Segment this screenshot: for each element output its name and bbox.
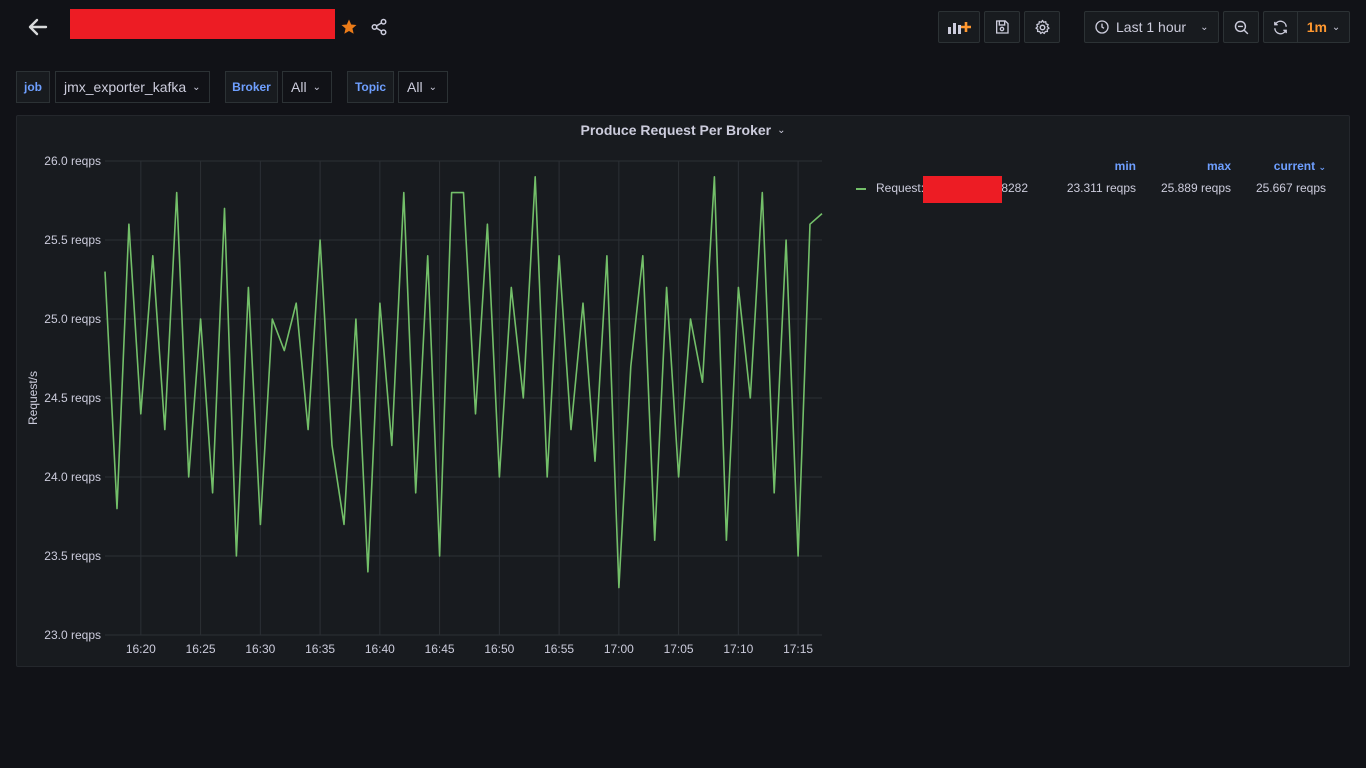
y-tick-label: 26.0 reqps xyxy=(44,154,101,168)
legend-series-suffix: :8282 xyxy=(998,181,1029,195)
y-tick-label: 23.0 reqps xyxy=(44,628,101,642)
y-axis-label: Request/s xyxy=(26,371,40,425)
x-tick-label: 17:15 xyxy=(783,642,813,656)
x-tick-label: 16:55 xyxy=(544,642,574,656)
x-tick-label: 17:10 xyxy=(723,642,753,656)
x-tick-label: 17:00 xyxy=(604,642,634,656)
chart-ticks: 26.0 reqps 25.5 reqps 25.0 reqps 24.5 reqps… xyxy=(44,154,813,656)
legend-header-current[interactable]: current ⌄ xyxy=(1256,159,1326,173)
y-tick-label: 24.0 reqps xyxy=(44,470,101,484)
legend-min-value: 23.311 reqps xyxy=(1066,181,1136,195)
graph-chart: 26.0 reqps 25.5 reqps 25.0 reqps 24.5 reqps… xyxy=(26,154,823,656)
x-tick-label: 16:35 xyxy=(305,642,335,656)
chevron-down-icon: ⌄ xyxy=(1318,162,1326,172)
y-tick-label: 25.5 reqps xyxy=(44,233,101,247)
x-tick-label: 16:20 xyxy=(126,642,156,656)
legend-series-prefix: Request: xyxy=(876,181,925,195)
x-tick-label: 16:30 xyxy=(245,642,275,656)
legend-header-min[interactable]: min xyxy=(1086,159,1136,173)
x-tick-label: 16:40 xyxy=(365,642,395,656)
series-line[interactable] xyxy=(104,176,823,589)
legend-current-value: 25.667 reqps xyxy=(1255,181,1326,195)
y-tick-label: 25.0 reqps xyxy=(44,312,101,326)
chart-series[interactable] xyxy=(104,176,823,589)
x-tick-label: 16:50 xyxy=(484,642,514,656)
legend-series-color-line xyxy=(856,188,866,190)
legend-series-name-redacted xyxy=(923,176,1002,203)
x-tick-label: 16:25 xyxy=(186,642,216,656)
x-tick-label: 17:05 xyxy=(664,642,694,656)
legend-header-current-label: current xyxy=(1273,159,1316,173)
y-tick-label: 24.5 reqps xyxy=(44,391,101,405)
y-tick-label: 23.5 reqps xyxy=(44,549,101,563)
legend-header-max[interactable]: max xyxy=(1181,159,1231,173)
x-tick-label: 16:45 xyxy=(425,642,455,656)
legend-max-value: 25.889 reqps xyxy=(1160,181,1231,195)
chart-grid xyxy=(105,160,822,636)
